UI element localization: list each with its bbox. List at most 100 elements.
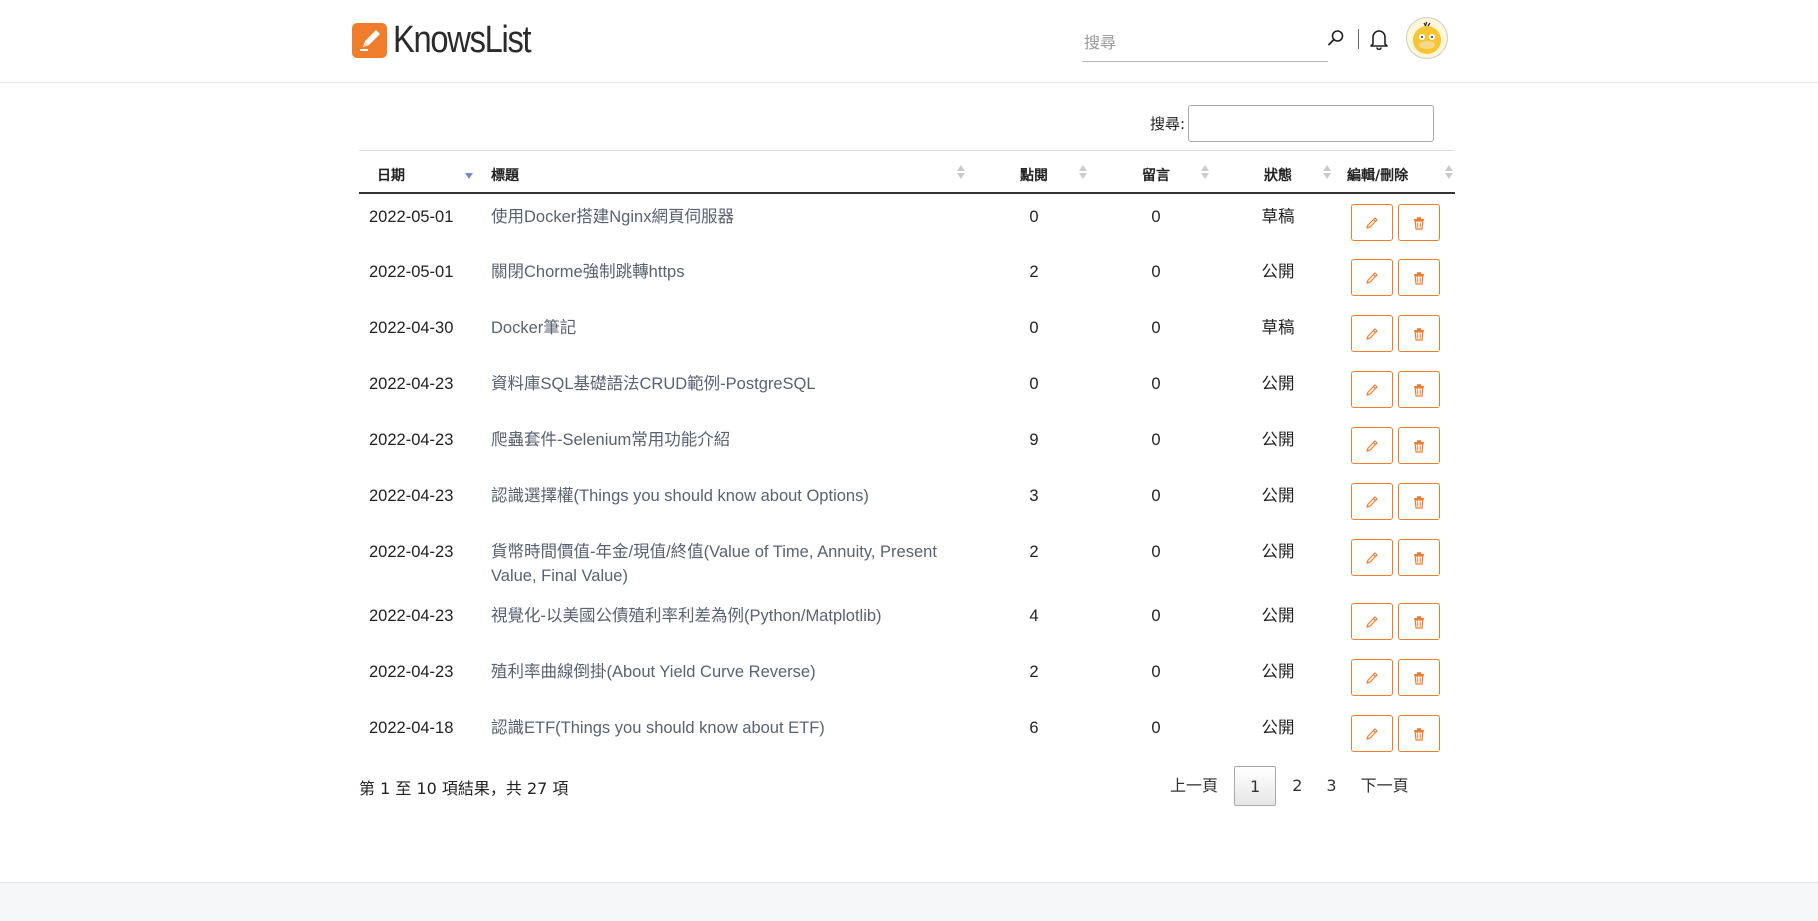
article-title-link[interactable]: 認識選擇權(Things you should know about Optio… — [491, 487, 869, 505]
edit-button[interactable] — [1351, 659, 1393, 696]
pagination-page-3[interactable]: 3 — [1314, 766, 1348, 806]
table-row: 2022-04-23認識選擇權(Things you should know a… — [359, 473, 1455, 529]
article-title-link[interactable]: 貨幣時間價值-年金/現值/終值(Value of Time, Annuity, … — [491, 543, 937, 585]
delete-button[interactable] — [1398, 427, 1440, 464]
status-cell: 草稿 — [1217, 193, 1339, 249]
edit-button[interactable] — [1351, 315, 1393, 352]
brand-logo[interactable]: KnowsList — [352, 20, 553, 60]
page-footer — [0, 882, 1818, 921]
comments-cell: 0 — [1095, 193, 1217, 249]
status-cell: 公開 — [1217, 705, 1339, 761]
article-title-link[interactable]: 認識ETF(Things you should know about ETF) — [491, 719, 825, 737]
edit-button[interactable] — [1351, 259, 1393, 296]
date-cell: 2022-04-30 — [359, 305, 481, 361]
brand-name: KnowsList — [393, 20, 530, 60]
edit-button[interactable] — [1351, 539, 1393, 576]
pencil-icon — [1364, 382, 1380, 398]
edit-button[interactable] — [1351, 715, 1393, 752]
column-header-views[interactable]: 點閱 — [973, 157, 1095, 193]
bell-icon[interactable] — [1367, 26, 1391, 52]
header-search-input[interactable] — [1082, 26, 1328, 62]
column-header-title[interactable]: 標題 — [481, 157, 973, 193]
table-row: 2022-04-23爬蟲套件-Selenium常用功能介紹90公開 — [359, 417, 1455, 473]
delete-button[interactable] — [1398, 483, 1440, 520]
delete-button[interactable] — [1398, 715, 1440, 752]
delete-button[interactable] — [1398, 603, 1440, 640]
comments-cell: 0 — [1095, 417, 1217, 473]
pagination-next[interactable]: 下一頁 — [1349, 766, 1421, 806]
comments-cell: 0 — [1095, 649, 1217, 705]
delete-button[interactable] — [1398, 539, 1440, 576]
articles-table: 日期 標題 點閱 留言 狀態 編輯/刪除 — [359, 157, 1455, 761]
article-title-link[interactable]: 使用Docker搭建Nginx網頁伺服器 — [491, 208, 734, 226]
trash-icon — [1411, 326, 1427, 342]
date-cell: 2022-04-18 — [359, 705, 481, 761]
article-title-link[interactable]: 視覺化-以美國公債殖利率利差為例(Python/Matplotlib) — [491, 607, 882, 625]
status-cell: 草稿 — [1217, 305, 1339, 361]
pencil-icon — [1364, 494, 1380, 510]
edit-button[interactable] — [1351, 483, 1393, 520]
sort-icon — [1201, 165, 1209, 181]
header-divider — [1358, 29, 1359, 49]
column-header-status[interactable]: 狀態 — [1217, 157, 1339, 193]
status-cell: 公開 — [1217, 649, 1339, 705]
table-header-row: 日期 標題 點閱 留言 狀態 編輯/刪除 — [359, 157, 1455, 193]
delete-button[interactable] — [1398, 659, 1440, 696]
views-cell: 0 — [973, 193, 1095, 249]
pencil-icon — [1364, 326, 1380, 342]
date-cell: 2022-04-23 — [359, 529, 481, 593]
search-icon[interactable] — [1325, 27, 1347, 49]
trash-icon — [1411, 494, 1427, 510]
table-row: 2022-04-18 認識ETF(Things you should know a… — [359, 705, 1455, 761]
article-title-link[interactable]: 資料庫SQL基礎語法CRUD範例-PostgreSQL — [491, 375, 816, 393]
edit-button[interactable] — [1351, 427, 1393, 464]
edit-button[interactable] — [1351, 204, 1393, 241]
column-header-comments[interactable]: 留言 — [1095, 157, 1217, 193]
filter-label: 搜尋: — [1150, 113, 1185, 134]
delete-button[interactable] — [1398, 315, 1440, 352]
pencil-icon — [1364, 614, 1380, 630]
column-header-date[interactable]: 日期 — [359, 157, 481, 193]
table-body: 2022-05-01使用Docker搭建Nginx網頁伺服器00草稿2022-0… — [359, 193, 1455, 761]
table-row: 2022-04-30Docker筆記00草稿 — [359, 305, 1455, 361]
pencil-icon — [1364, 438, 1380, 454]
delete-button[interactable] — [1398, 204, 1440, 241]
sort-icon — [957, 165, 965, 181]
delete-button[interactable] — [1398, 371, 1440, 408]
table-row: 2022-04-23視覺化-以美國公債殖利率利差為例(Python/Matplo… — [359, 593, 1455, 649]
article-title-link[interactable]: Docker筆記 — [491, 319, 576, 337]
pagination-prev[interactable]: 上一頁 — [1158, 766, 1230, 806]
comments-cell: 0 — [1095, 305, 1217, 361]
delete-button[interactable] — [1398, 259, 1440, 296]
comments-cell: 0 — [1095, 529, 1217, 593]
comments-cell: 0 — [1095, 473, 1217, 529]
article-title-link[interactable]: 關閉Chorme強制跳轉https — [491, 263, 684, 281]
edit-button[interactable] — [1351, 603, 1393, 640]
article-title-link[interactable]: 殖利率曲線倒掛(About Yield Curve Reverse) — [491, 663, 816, 681]
table-search-input[interactable] — [1188, 105, 1434, 142]
pagination: 上一頁 1 2 3 下一頁 — [1158, 766, 1421, 806]
trash-icon — [1411, 670, 1427, 686]
column-header-actions[interactable]: 編輯/刪除 — [1339, 157, 1455, 193]
status-cell: 公開 — [1217, 593, 1339, 649]
comments-cell: 0 — [1095, 361, 1217, 417]
table-row: 2022-04-23資料庫SQL基礎語法CRUD範例-PostgreSQL00公… — [359, 361, 1455, 417]
column-header-label: 狀態 — [1264, 165, 1292, 185]
pagination-page-2[interactable]: 2 — [1280, 766, 1314, 806]
date-cell: 2022-05-01 — [359, 193, 481, 249]
table-info: 第 1 至 10 項結果，共 27 項 — [359, 775, 568, 799]
pagination-page-1[interactable]: 1 — [1234, 766, 1276, 806]
article-title-link[interactable]: 爬蟲套件-Selenium常用功能介紹 — [491, 431, 730, 449]
pencil-icon — [1364, 726, 1380, 742]
date-cell: 2022-04-23 — [359, 649, 481, 705]
status-cell: 公開 — [1217, 361, 1339, 417]
trash-icon — [1411, 438, 1427, 454]
table-top-border — [359, 150, 1455, 151]
views-cell: 0 — [973, 305, 1095, 361]
edit-button[interactable] — [1351, 371, 1393, 408]
views-cell: 9 — [973, 417, 1095, 473]
views-cell: 4 — [973, 593, 1095, 649]
user-avatar[interactable] — [1406, 17, 1448, 59]
views-cell: 0 — [973, 361, 1095, 417]
comments-cell: 0 — [1095, 249, 1217, 305]
